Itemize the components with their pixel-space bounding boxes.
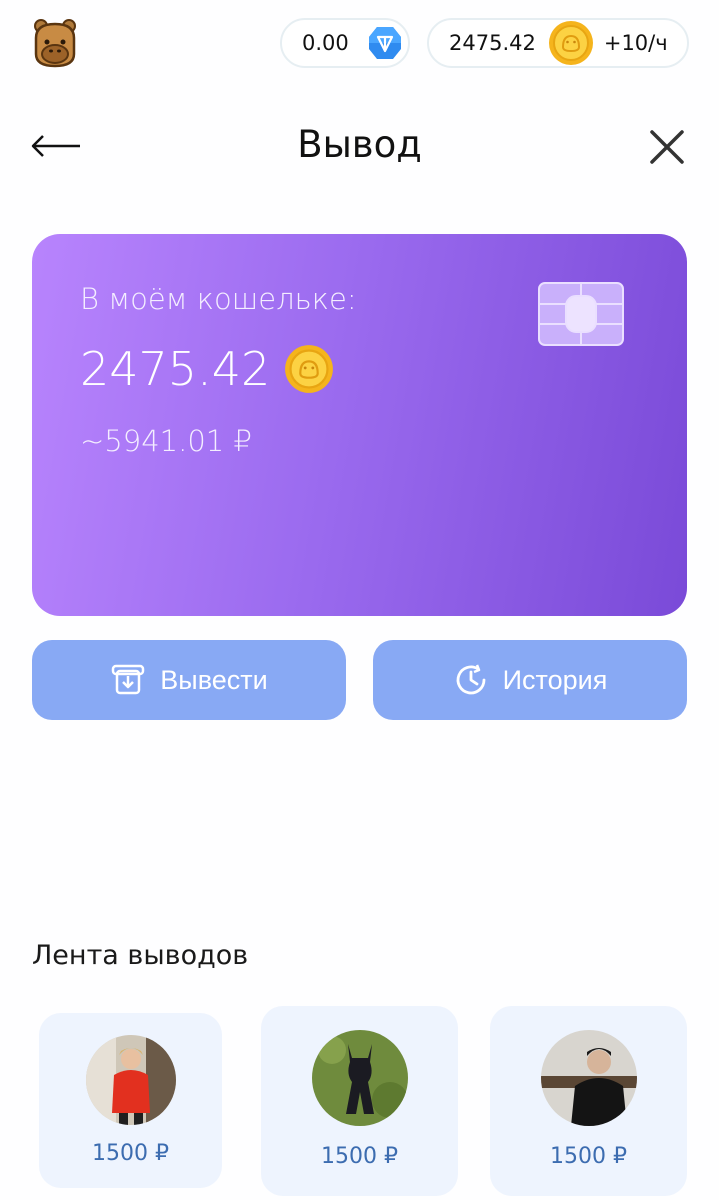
withdraw-button-label: Вывести (160, 664, 268, 695)
withdraw-button[interactable]: Вывести (32, 640, 346, 720)
history-clock-icon (456, 664, 486, 695)
history-button-label: История (502, 664, 608, 695)
coin-rate: +10/ч (603, 31, 668, 55)
page-title: Вывод (297, 123, 422, 166)
ton-balance-value: 0.00 (302, 31, 349, 55)
gold-coin-icon (285, 345, 334, 393)
feed-item-amount: 1500 ₽ (92, 1141, 169, 1166)
close-button[interactable] (648, 128, 686, 166)
coin-balance-pill[interactable]: 2475.42 +10/ч (427, 18, 689, 68)
feed-item-amount: 1500 ₽ (550, 1144, 627, 1169)
feed-item[interactable]: 1500 ₽ (39, 1013, 222, 1188)
feed-item[interactable]: 1500 ₽ (261, 1006, 458, 1196)
coin-balance-value: 2475.42 (449, 31, 536, 55)
close-icon (650, 130, 684, 164)
card-chip-icon (538, 282, 624, 346)
wallet-amount: 2475.42 (80, 342, 271, 396)
gold-coin-icon (548, 21, 593, 65)
history-button[interactable]: История (373, 640, 687, 720)
app-logo-icon[interactable] (30, 16, 80, 68)
avatar (541, 1030, 637, 1126)
feed-item-amount: 1500 ₽ (321, 1144, 398, 1169)
wallet-card: В моём кошельке: 2475.42 ~5941.01 ₽ (32, 234, 687, 616)
avatar (312, 1030, 408, 1126)
avatar (86, 1035, 176, 1125)
ton-diamond-icon (368, 27, 401, 59)
ton-balance-pill[interactable]: 0.00 (280, 18, 410, 68)
withdraw-tray-icon (112, 664, 145, 695)
wallet-amount-row: 2475.42 (80, 342, 334, 396)
feed-item[interactable]: 1500 ₽ (490, 1006, 687, 1196)
wallet-label: В моём кошельке: (80, 282, 357, 316)
wallet-rub-equivalent: ~5941.01 ₽ (80, 424, 252, 458)
feed-title: Лента выводов (32, 940, 249, 971)
